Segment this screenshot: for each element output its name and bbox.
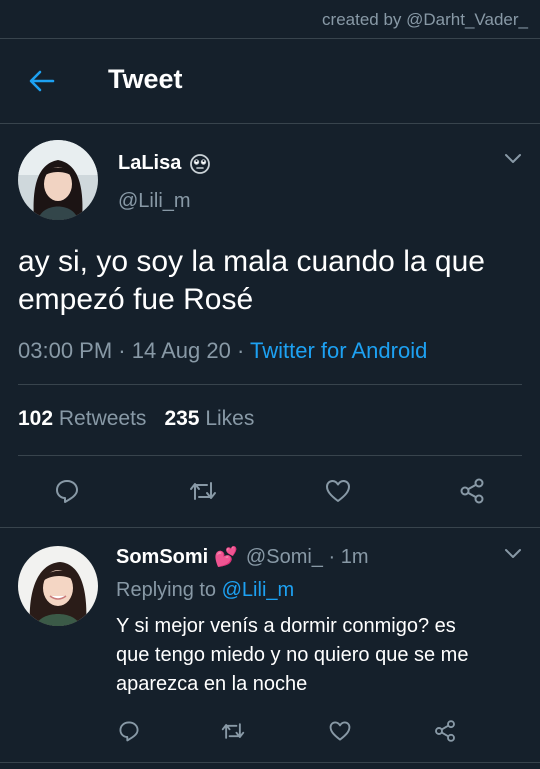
share-icon xyxy=(435,720,455,742)
divider xyxy=(0,762,540,763)
avatar[interactable] xyxy=(18,140,98,220)
retweet-button[interactable] xyxy=(183,471,223,511)
retweet-icon xyxy=(221,723,245,739)
two-hearts-emoji-icon: 💕 xyxy=(214,547,238,568)
tweet-date: 14 Aug 20 xyxy=(131,338,231,363)
back-button[interactable] xyxy=(22,63,62,99)
eye-roll-emoji-icon xyxy=(190,153,211,174)
reply-icon xyxy=(119,721,139,742)
tweet-text: ay si, yo soy la mala cuando la que empe… xyxy=(18,243,528,319)
share-icon xyxy=(460,478,484,504)
replying-prefix: Replying to xyxy=(116,579,217,601)
likes-count: 235 xyxy=(164,407,200,430)
replying-to-mention[interactable]: @Lili_m xyxy=(222,579,295,601)
divider xyxy=(18,455,522,456)
reply-retweet-button[interactable] xyxy=(213,711,253,751)
tweet-stats: 102 Retweets 235 Likes xyxy=(18,407,254,431)
separator: · xyxy=(328,545,336,568)
like-icon xyxy=(329,721,351,741)
like-icon xyxy=(326,480,350,502)
reply-text-line: aparezca en la noche xyxy=(116,673,308,695)
likes-label: Likes xyxy=(205,407,255,430)
tweet-text-line: empezó fue Rosé xyxy=(18,283,254,316)
tweet-time: 03:00 PM xyxy=(18,338,113,363)
reply-button[interactable] xyxy=(47,471,87,511)
author-name-text: LaLisa xyxy=(118,152,182,174)
reply-share-button[interactable] xyxy=(425,711,465,751)
chevron-down-icon xyxy=(505,549,521,558)
top-bar: Tweet xyxy=(0,38,540,124)
separator: · xyxy=(118,338,126,363)
author-handle[interactable]: @Lili_m xyxy=(118,190,191,213)
divider xyxy=(0,527,540,528)
reply-icon xyxy=(56,480,78,503)
retweets-label: Retweets xyxy=(58,407,147,430)
retweets-count: 102 xyxy=(18,407,54,430)
page-title: Tweet xyxy=(108,64,183,94)
reply-age: 1m xyxy=(340,545,369,568)
separator: · xyxy=(236,338,245,363)
reply-text-line: Y si mejor venís a dormir conmigo? es xyxy=(116,615,456,637)
divider xyxy=(18,384,522,385)
share-button[interactable] xyxy=(452,471,492,511)
tweet-source-link[interactable]: Twitter for Android xyxy=(250,338,427,363)
chevron-down-icon xyxy=(505,154,521,163)
watermark-text: created by @Darht_Vader_ xyxy=(322,10,528,29)
more-options-button[interactable] xyxy=(503,152,523,171)
author-name[interactable]: LaLisa xyxy=(118,152,211,175)
retweets-stat[interactable]: 102 Retweets xyxy=(18,407,146,430)
avatar[interactable] xyxy=(18,546,98,626)
reply-text: Y si mejor venís a dormir conmigo? es qu… xyxy=(116,612,526,699)
reply-reply-button[interactable] xyxy=(109,711,149,751)
like-button[interactable] xyxy=(318,471,358,511)
likes-stat[interactable]: 235 Likes xyxy=(164,407,254,430)
tweet-meta: 03:00 PM · 14 Aug 20 · Twitter for Andro… xyxy=(18,338,427,364)
reply-author-name[interactable]: SomSomi xyxy=(116,546,208,569)
reply-header: SomSomi 💕 @Somi_ · 1m xyxy=(116,545,369,569)
arrow-left-icon xyxy=(29,70,55,92)
tweet-text-line: ay si, yo soy la mala cuando la que xyxy=(18,245,485,278)
reply-text-line: que tengo miedo y no quiero que se me xyxy=(116,644,469,666)
reply-more-options-button[interactable] xyxy=(503,547,523,566)
reply-author-handle[interactable]: @Somi_ xyxy=(246,546,323,569)
reply-like-button[interactable] xyxy=(320,711,360,751)
replying-to: Replying to @Lili_m xyxy=(116,579,294,602)
avatar-image xyxy=(18,546,98,626)
avatar-image xyxy=(18,140,98,220)
retweet-icon xyxy=(190,482,216,500)
